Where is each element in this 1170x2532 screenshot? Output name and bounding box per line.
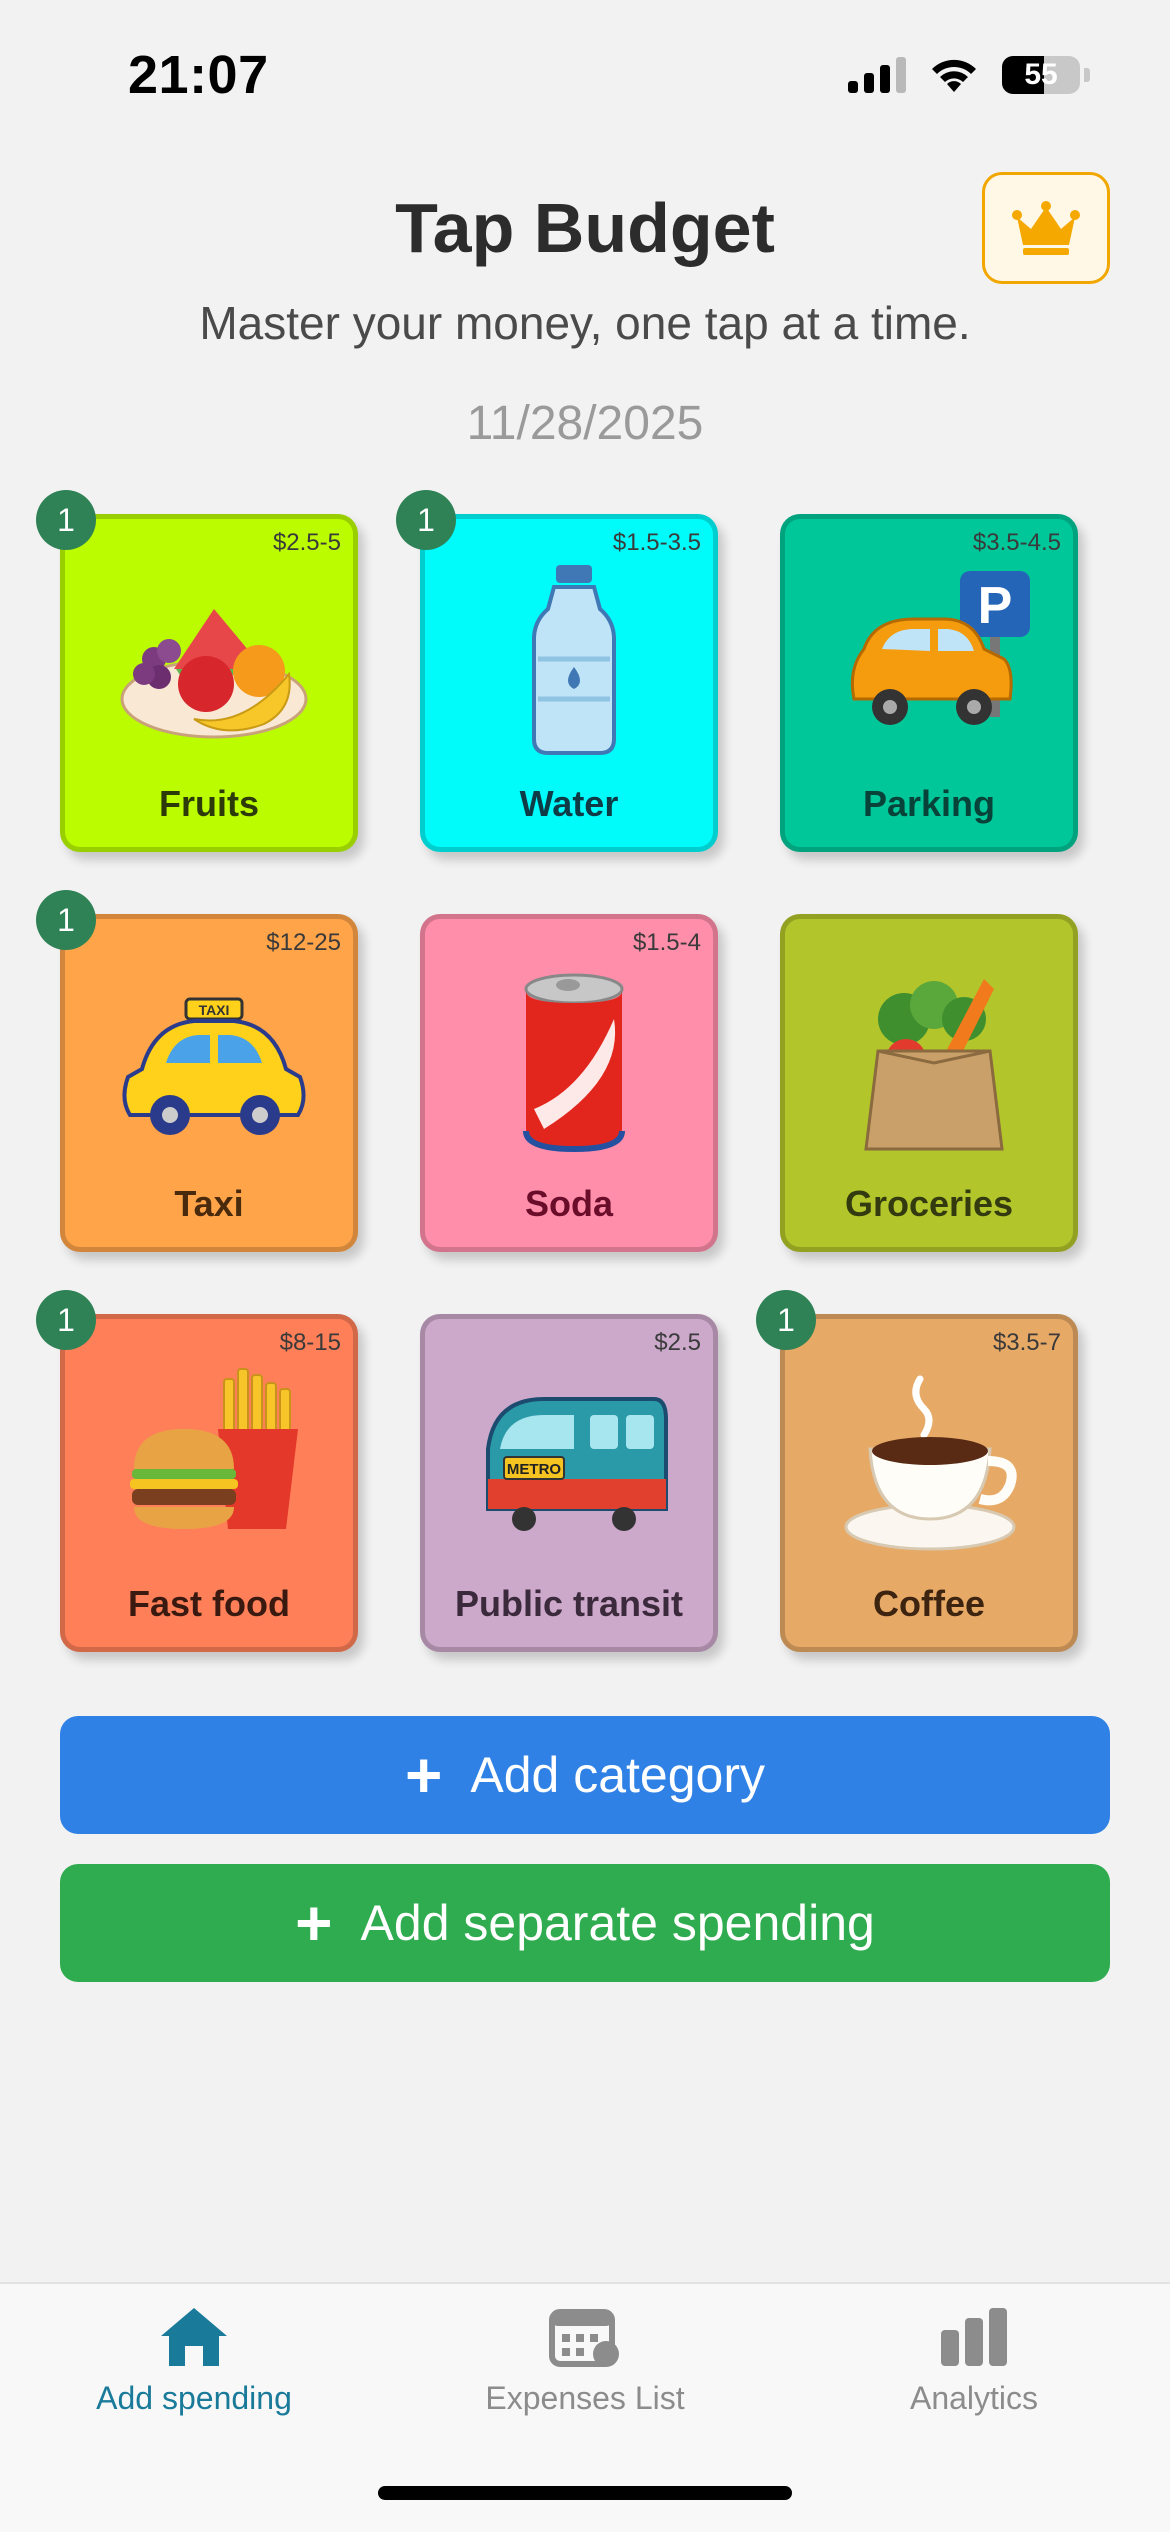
price-range: $3.5-7 bbox=[992, 1329, 1061, 1356]
calendar-icon bbox=[549, 2309, 619, 2367]
tab-expenses-list[interactable]: Expenses List bbox=[435, 2304, 735, 2434]
count-badge: 1 bbox=[396, 490, 456, 550]
category-tile-groceries[interactable]: Groceries bbox=[780, 914, 1078, 1252]
signal-icon bbox=[848, 57, 906, 93]
count-badge: 1 bbox=[36, 1290, 96, 1350]
category-label: Water bbox=[519, 783, 619, 824]
count-badge: 1 bbox=[756, 1290, 816, 1350]
svg-text:TAXI: TAXI bbox=[199, 1002, 230, 1018]
status-bar: 21:07 55 bbox=[0, 0, 1170, 150]
battery-nub bbox=[1084, 68, 1090, 82]
category-tile-water[interactable]: $1.5-3.5 Water bbox=[420, 514, 718, 852]
tab-analytics[interactable]: Analytics bbox=[824, 2304, 1124, 2434]
tab-label: Analytics bbox=[909, 2380, 1039, 2416]
crown-icon bbox=[1012, 201, 1080, 255]
tab-label: Add spending bbox=[96, 2380, 292, 2416]
svg-text:P: P bbox=[978, 577, 1013, 635]
subtitle: Master your money, one tap at a time. bbox=[199, 297, 971, 349]
status-time: 21:07 bbox=[128, 45, 269, 105]
price-range: $1.5-4 bbox=[632, 929, 701, 956]
price-range: $3.5-4.5 bbox=[972, 529, 1061, 556]
category-label: Parking bbox=[862, 783, 996, 824]
category-tile-public-transit[interactable]: $2.5 METRO Public transit bbox=[420, 1314, 718, 1652]
category-tile-fruits[interactable]: $2.5-5 Fruits bbox=[60, 514, 358, 852]
count-badge: 1 bbox=[36, 490, 96, 550]
price-range: $2.5 bbox=[654, 1329, 701, 1356]
category-tile-coffee[interactable]: $3.5-7 Coffee bbox=[780, 1314, 1078, 1652]
premium-button[interactable] bbox=[982, 172, 1110, 284]
home-icon bbox=[161, 2308, 227, 2366]
price-range: $8-15 bbox=[279, 1329, 341, 1356]
category-label: Soda bbox=[524, 1183, 613, 1224]
battery-level: 55 bbox=[1024, 58, 1058, 91]
add-category-label: Add category bbox=[470, 1747, 765, 1803]
category-label: Taxi bbox=[174, 1183, 244, 1224]
category-label: Coffee bbox=[872, 1583, 985, 1624]
wifi-icon bbox=[932, 59, 976, 92]
add-separate-spending-button[interactable]: + Add separate spending bbox=[60, 1864, 1110, 1982]
tab-add-spending[interactable]: Add spending bbox=[44, 2304, 344, 2434]
category-label: Fruits bbox=[158, 783, 259, 824]
price-range: $2.5-5 bbox=[272, 529, 341, 556]
taxi-icon: TAXI bbox=[122, 997, 306, 1135]
date-label: 11/28/2025 bbox=[466, 397, 704, 450]
bar-chart-icon bbox=[941, 2308, 1007, 2366]
add-separate-spending-label: Add separate spending bbox=[360, 1895, 875, 1951]
parking-car-icon: P bbox=[850, 571, 1030, 725]
grocery-bag-icon bbox=[864, 979, 1004, 1151]
category-label: Groceries bbox=[844, 1183, 1014, 1224]
category-label: Fast food bbox=[128, 1583, 290, 1624]
price-range: $12-25 bbox=[266, 929, 341, 956]
metro-train-icon: METRO bbox=[486, 1397, 668, 1531]
category-tile-parking[interactable]: $3.5-4.5 P Parking bbox=[780, 514, 1078, 852]
battery-icon: 55 bbox=[1002, 56, 1080, 94]
svg-text:METRO: METRO bbox=[507, 1461, 561, 1478]
price-range: $1.5-3.5 bbox=[612, 529, 701, 556]
water-bottle-icon bbox=[532, 565, 616, 755]
category-tile-soda[interactable]: $1.5-4 Soda bbox=[420, 914, 718, 1252]
fast-food-icon bbox=[130, 1368, 298, 1529]
category-label: Public transit bbox=[454, 1583, 684, 1624]
count-badge: 1 bbox=[36, 890, 96, 950]
tab-label: Expenses List bbox=[485, 2380, 685, 2416]
home-indicator bbox=[378, 2486, 792, 2500]
plus-icon: + bbox=[404, 1739, 443, 1811]
soda-can-icon bbox=[523, 973, 625, 1153]
coffee-cup-icon bbox=[844, 1375, 1017, 1551]
category-tile-taxi[interactable]: $12-25 TAXI Taxi bbox=[60, 914, 358, 1252]
plus-icon: + bbox=[295, 1887, 333, 1959]
fruit-bowl-icon bbox=[120, 609, 308, 739]
category-tile-fast-food[interactable]: $8-15 Fast food bbox=[60, 1314, 358, 1652]
status-icons: 55 bbox=[848, 56, 1090, 94]
add-category-button[interactable]: + Add category bbox=[60, 1716, 1110, 1834]
